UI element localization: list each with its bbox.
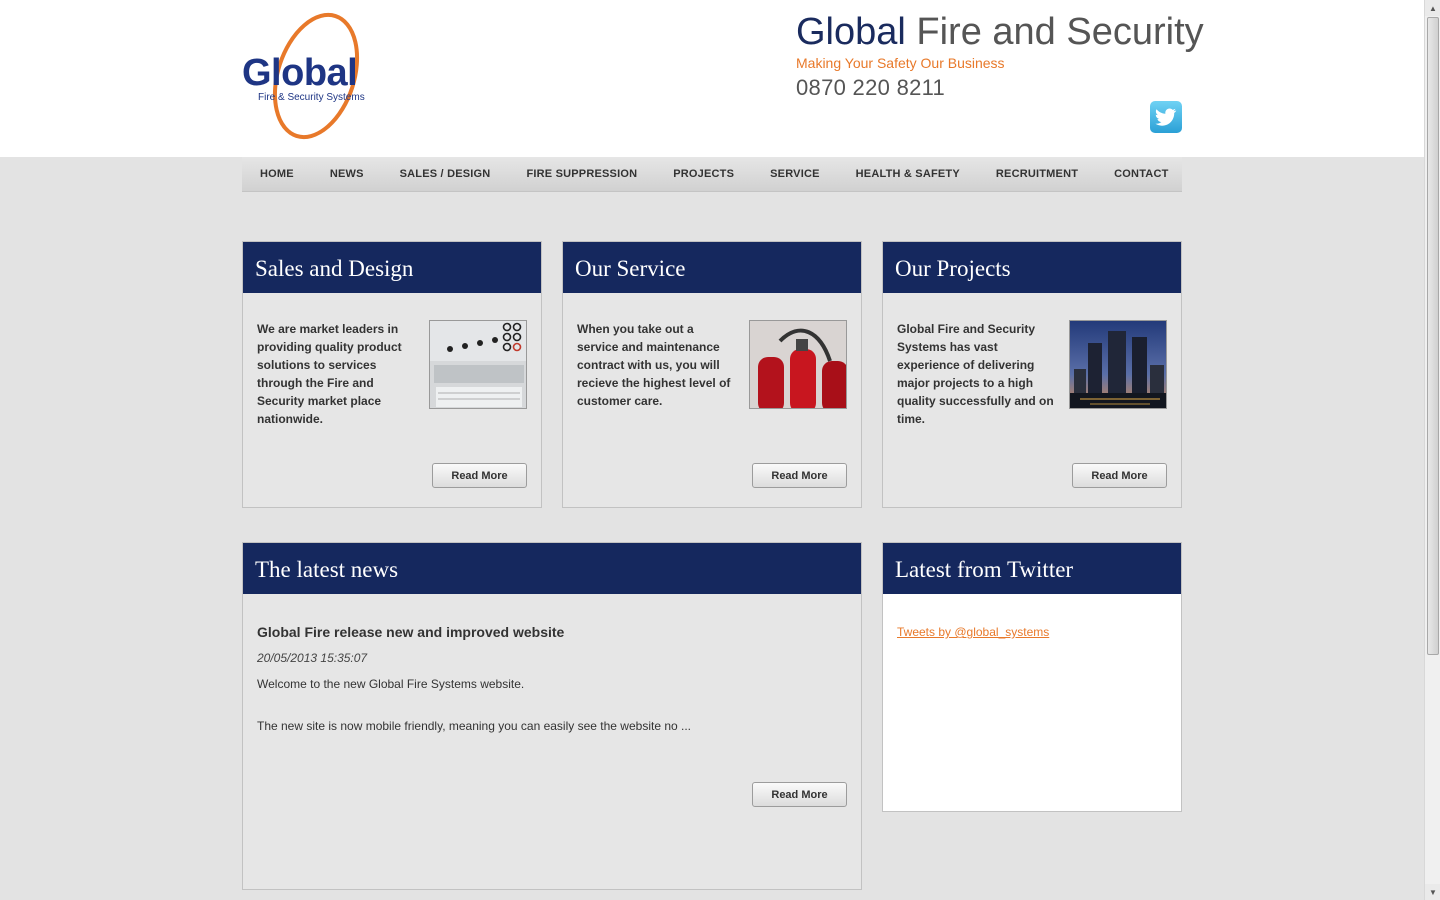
news-item-text: Welcome to the new Global Fire Systems w… [257,677,525,691]
panel-title: Our Projects [883,242,1181,293]
read-more-button[interactable]: Read More [752,782,847,807]
news-panel: The latest news Global Fire release new … [242,542,862,890]
brand-block: Global Fire and Security Making Your Saf… [796,10,1204,101]
alarm-panel-icon [430,321,526,408]
extinguisher-icon [750,321,846,408]
fire-alarm-panel-image[interactable] [429,320,527,409]
city-skyline-image[interactable] [1069,320,1167,409]
logo-subtitle: Fire & Security Systems [258,92,365,103]
scroll-up-icon[interactable]: ▲ [1425,0,1440,16]
main-nav: HOME NEWS SALES / DESIGN FIRE SUPPRESSIO… [242,157,1182,192]
brand-title-primary: Global [796,11,906,53]
read-more-button[interactable]: Read More [1072,463,1167,488]
panel-text: Global Fire and Security Systems has vas… [897,322,1054,426]
nav-item-health-safety[interactable]: HEALTH & SAFETY [856,168,960,180]
panel-title: The latest news [243,543,861,594]
brand-title-secondary: Fire and Security [916,11,1204,53]
nav-item-service[interactable]: SERVICE [770,168,820,180]
panel-our-projects: Our Projects Global Fire and Security Sy… [882,241,1182,508]
twitter-bird-icon [1155,108,1177,126]
page-scrollbar[interactable]: ▲ ▼ [1424,0,1440,900]
phone-number: 0870 220 8211 [796,75,946,100]
brand-title: Global Fire and Security [796,10,1204,54]
site-logo[interactable]: Global Fire & Security Systems [242,10,382,144]
twitter-button[interactable] [1150,101,1182,133]
nav-item-recruitment[interactable]: RECRUITMENT [996,168,1078,180]
news-item-date: 20/05/2013 15:35:07 [257,651,368,665]
nav-item-fire-suppression[interactable]: FIRE SUPPRESSION [526,168,637,180]
panel-title: Sales and Design [243,242,541,293]
news-item-title[interactable]: Global Fire release new and improved web… [257,624,564,640]
site-header: Global Fire & Security Systems Global Fi… [0,0,1424,157]
panel-our-service: Our Service When you take out a service … [562,241,862,508]
read-more-button[interactable]: Read More [752,463,847,488]
tweets-link[interactable]: Tweets by @global_systems [897,625,1049,639]
panel-sales-design: Sales and Design We are market leaders i… [242,241,542,508]
skyline-icon [1070,321,1166,408]
fire-extinguisher-image[interactable] [749,320,847,409]
nav-item-projects[interactable]: PROJECTS [673,168,734,180]
panel-text: When you take out a service and maintena… [577,322,731,408]
scroll-down-icon[interactable]: ▼ [1425,884,1440,900]
panel-title: Our Service [563,242,861,293]
scrollbar-thumb[interactable] [1427,17,1439,655]
tagline: Making Your Safety Our Business [796,55,1005,71]
news-item-text: The new site is now mobile friendly, mea… [257,719,692,733]
nav-item-sales-design[interactable]: SALES / DESIGN [400,168,491,180]
logo-word: Global [242,52,358,94]
nav-item-news[interactable]: NEWS [330,168,364,180]
twitter-panel: Latest from Twitter Tweets by @global_sy… [882,542,1182,812]
panel-text: We are market leaders in providing quali… [257,322,402,426]
nav-item-contact[interactable]: CONTACT [1114,168,1168,180]
read-more-button[interactable]: Read More [432,463,527,488]
nav-item-home[interactable]: HOME [260,168,294,180]
panel-title: Latest from Twitter [883,543,1181,594]
